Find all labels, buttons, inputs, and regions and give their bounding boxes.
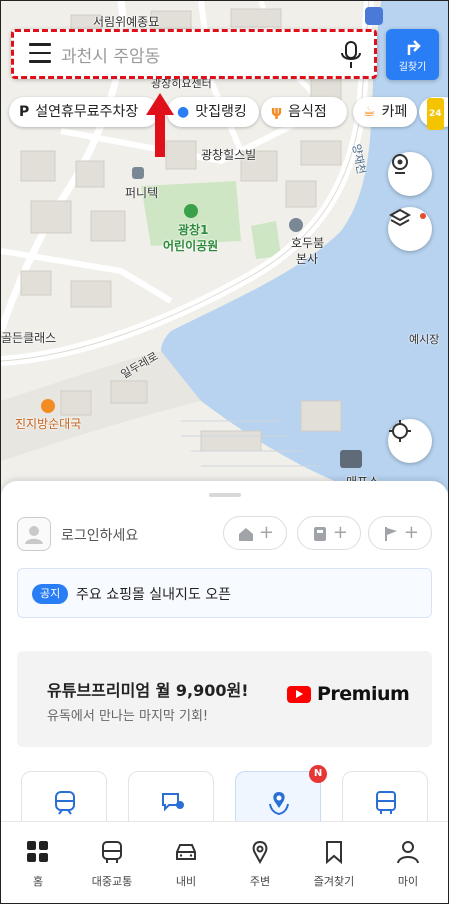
menu-icon[interactable] [29, 43, 51, 63]
search-bar[interactable]: 과천시 주암동 [11, 29, 377, 79]
poi-building-icon[interactable] [132, 167, 144, 179]
map-label-restaurant: 진지방순대국 [15, 417, 82, 431]
chip-label: 맛집랭킹 [195, 104, 247, 120]
nav-navigation[interactable]: 내비 [149, 822, 223, 903]
cctv-marker-icon[interactable] [340, 450, 362, 468]
location-laurel-icon [269, 792, 289, 816]
map-label-yesi: 예시장 [409, 333, 440, 346]
person-icon [397, 841, 419, 864]
category-chips: P 설연휴무료주차장 ● 맛집랭킹 ψ 음식점 ☕ 카페 24 [9, 97, 448, 130]
ad-banner[interactable]: 유튜브프리미엄 월 9,900원! 유독에서 만나는 마지막 기회! Premi… [17, 651, 432, 747]
map-label-temple-2: 본사 [296, 252, 319, 266]
cctv-icon [392, 154, 408, 174]
chip-free-parking[interactable]: P 설연휴무료주차장 [9, 97, 159, 127]
chip-label: 음식점 [288, 104, 327, 120]
chip-label: 설연휴무료주차장 [35, 104, 139, 120]
map-label-golf: 골든클래스 [1, 331, 57, 345]
avatar[interactable] [17, 517, 51, 551]
flag-icon [385, 527, 397, 541]
directions-button[interactable]: 길찾기 [386, 29, 439, 80]
map-label-park-2: 어린이공원 [163, 239, 219, 253]
nav-transit[interactable]: 대중교통 [75, 822, 149, 903]
car-icon [176, 844, 196, 860]
street-view-button[interactable] [388, 152, 432, 196]
chip-restaurants[interactable]: ψ 음식점 [261, 97, 347, 127]
cup-icon: ☕ [363, 104, 376, 120]
notice-banner[interactable]: 공지 주요 쇼핑몰 실내지도 오픈 [17, 568, 432, 618]
map-label-top: 서림위예종묘 [93, 15, 160, 29]
add-home-button[interactable]: + [223, 516, 287, 550]
building-icon [314, 527, 326, 541]
turn-arrow-icon [407, 40, 421, 55]
bookmark-icon [326, 841, 342, 864]
notice-text: 주요 쇼핑몰 실내지도 오픈 [76, 587, 232, 603]
home-icon [239, 528, 253, 541]
map-label-gwangchang: 광창힐스빌 [201, 148, 257, 162]
notice-badge: 공지 [32, 584, 69, 604]
rank-icon: ● [177, 104, 190, 120]
screen: 서림위예종묘 광창힐스빌 퍼니텍 광창1 어린이공원 호두붐 본사 골든클래스 … [0, 0, 449, 904]
bus-stop-marker-icon[interactable] [365, 7, 383, 25]
layers-dot-icon [420, 213, 426, 219]
add-flag-button[interactable]: + [368, 516, 432, 550]
bottom-nav: 홈 대중교통 내비 주변 즐겨찾기 마이 [1, 821, 448, 903]
directions-label: 길찾기 [398, 62, 427, 73]
youtube-logo-icon [287, 686, 311, 703]
mic-icon[interactable] [341, 41, 361, 69]
annotation-arrow-icon [146, 93, 174, 157]
plus-icon: + [332, 522, 348, 543]
chip-restaurant-ranking[interactable]: ● 맛집랭킹 [167, 97, 259, 127]
map-label-temple-1: 호두붐 [291, 236, 325, 250]
park-tree-icon[interactable] [184, 204, 198, 218]
bus-icon [376, 791, 396, 814]
add-work-button[interactable]: + [297, 516, 361, 550]
crosshair-icon [389, 420, 411, 442]
nav-label-navigation: 내비 [175, 875, 197, 888]
nav-nearby[interactable]: 주변 [223, 822, 297, 903]
login-prompt[interactable]: 로그인하세요 [61, 525, 138, 545]
chip-label: 카페 [381, 104, 408, 120]
nav-favorites[interactable]: 즐겨찾기 [297, 822, 371, 903]
user-icon [25, 526, 43, 544]
search-input[interactable]: 과천시 주암동 [61, 42, 160, 67]
nav-my[interactable]: 마이 [371, 822, 445, 903]
nav-label-nearby: 주변 [249, 875, 271, 888]
plus-icon: + [403, 522, 419, 543]
map-label-park-1: 광창1 [178, 223, 209, 237]
nav-label-home: 홈 [32, 875, 44, 888]
restaurant-marker-icon[interactable] [41, 399, 55, 413]
ad-title: 유튜브프리미엄 월 9,900원! [47, 681, 249, 700]
nav-label-transit: 대중교통 [91, 875, 133, 888]
ad-brand: Premium [317, 683, 410, 705]
layers-icon [388, 208, 412, 227]
plus-icon: + [258, 522, 274, 543]
clock-24-icon: 24 [427, 98, 444, 130]
map-label-funitech: 퍼니텍 [125, 186, 159, 200]
poi-temple-icon[interactable] [289, 218, 303, 232]
new-badge: N [309, 765, 327, 783]
bottom-sheet[interactable]: 로그인하세요 + + + 공지 주요 쇼핑몰 실내지도 오픈 유튜브프리미엄 월… [1, 481, 448, 831]
home-grid-icon [27, 841, 48, 862]
chat-location-icon [162, 793, 184, 812]
fork-icon: ψ [271, 104, 283, 120]
location-pin-icon [252, 840, 268, 864]
layers-button[interactable] [388, 207, 432, 251]
current-location-button[interactable] [388, 419, 432, 463]
ad-subtitle: 유독에서 만나는 마지막 기회! [47, 709, 209, 724]
nav-label-my: 마이 [397, 875, 419, 888]
chip-24h[interactable]: 24 [419, 97, 448, 130]
subway-icon [55, 791, 75, 815]
parking-icon: P [19, 104, 30, 120]
nav-label-favorites: 즐겨찾기 [313, 875, 355, 888]
nav-home[interactable]: 홈 [1, 822, 75, 903]
transit-icon [102, 841, 122, 863]
sheet-drag-handle[interactable] [209, 493, 241, 497]
chip-cafe[interactable]: ☕ 카페 [353, 97, 417, 127]
